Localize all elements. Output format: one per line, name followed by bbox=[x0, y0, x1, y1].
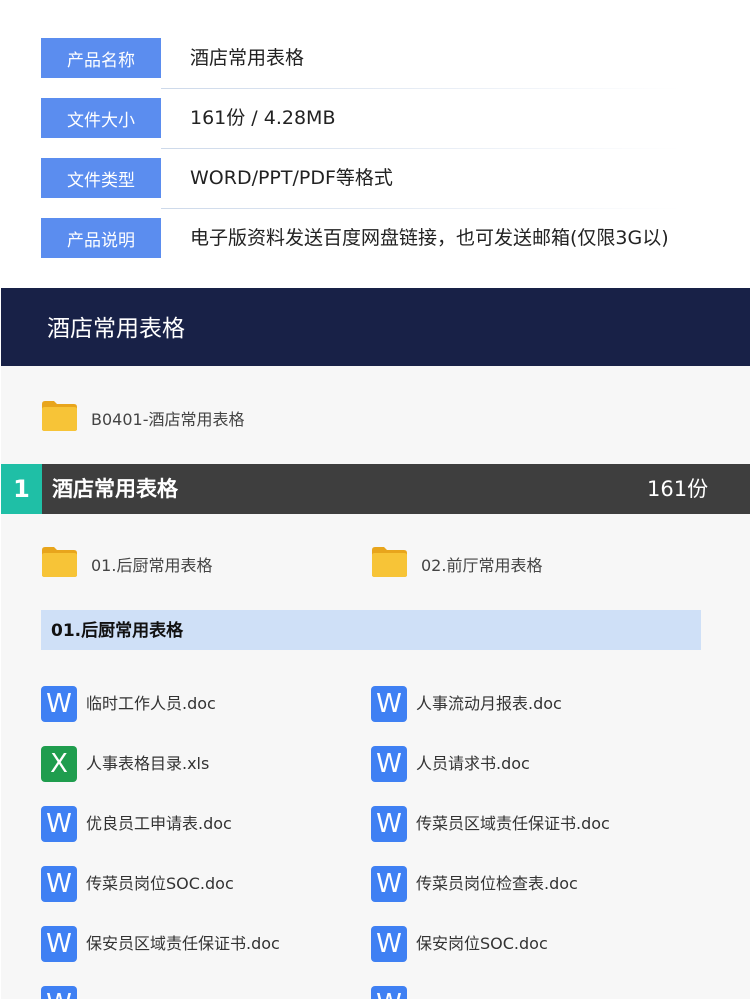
info-row-description: 产品说明 电子版资料发送百度网盘链接，也可发送邮箱(仅限3G以) bbox=[41, 218, 681, 258]
file-name: 传菜员岗位检查表.doc bbox=[416, 874, 578, 893]
info-label: 产品名称 bbox=[41, 38, 161, 78]
file-name: 优良员工申请表.doc bbox=[86, 814, 232, 833]
subfolder-name[interactable]: 02.前厅常用表格 bbox=[421, 552, 542, 576]
product-page: 产品名称 酒店常用表格 文件大小 161份 / 4.28MB 文件类型 WORD… bbox=[0, 0, 750, 999]
file-item[interactable]: W bbox=[371, 986, 691, 999]
section-count: 161份 bbox=[647, 477, 709, 501]
product-info: 产品名称 酒店常用表格 文件大小 161份 / 4.28MB 文件类型 WORD… bbox=[0, 0, 750, 288]
info-row-type: 文件类型 WORD/PPT/PDF等格式 bbox=[41, 158, 681, 209]
word-file-icon: W bbox=[41, 806, 77, 842]
excel-file-icon: X bbox=[41, 746, 77, 782]
word-file-icon: W bbox=[371, 806, 407, 842]
section-bar: 1 酒店常用表格 161份 bbox=[1, 464, 750, 514]
file-name: 传菜员区域责任保证书.doc bbox=[416, 814, 610, 833]
section-number: 1 bbox=[1, 464, 42, 514]
file-listing: B0401-酒店常用表格 1 酒店常用表格 161份 01.后厨常用表格 02.… bbox=[1, 366, 750, 999]
file-item[interactable]: W 传菜员岗位检查表.doc bbox=[371, 866, 691, 902]
folder-icon bbox=[42, 401, 77, 431]
folder-icon bbox=[42, 547, 77, 577]
file-item[interactable]: X 人事表格目录.xls bbox=[41, 746, 361, 782]
info-value: 酒店常用表格 bbox=[190, 47, 305, 69]
info-label: 产品说明 bbox=[41, 218, 161, 258]
file-item[interactable]: W 优良员工申请表.doc bbox=[41, 806, 361, 842]
root-folder-name[interactable]: B0401-酒店常用表格 bbox=[91, 406, 244, 430]
info-value: WORD/PPT/PDF等格式 bbox=[190, 167, 393, 189]
divider bbox=[161, 88, 681, 89]
divider bbox=[161, 208, 681, 209]
file-item[interactable]: W 人员请求书.doc bbox=[371, 746, 691, 782]
info-row-name: 产品名称 酒店常用表格 bbox=[41, 38, 681, 89]
file-item[interactable]: W 临时工作人员.doc bbox=[41, 686, 361, 722]
file-name: 保安岗位SOC.doc bbox=[416, 934, 548, 953]
word-file-icon: W bbox=[371, 926, 407, 962]
content-header: 酒店常用表格 bbox=[1, 288, 750, 366]
word-file-icon: W bbox=[41, 686, 77, 722]
word-file-icon: W bbox=[371, 686, 407, 722]
section-name: 酒店常用表格 bbox=[52, 477, 178, 501]
subfolder-name[interactable]: 01.后厨常用表格 bbox=[91, 552, 212, 576]
file-name: 人员请求书.doc bbox=[416, 754, 530, 773]
folder-icon bbox=[372, 547, 407, 577]
divider bbox=[161, 148, 681, 149]
info-value: 161份 / 4.28MB bbox=[190, 107, 336, 129]
word-file-icon: W bbox=[41, 866, 77, 902]
word-file-icon: W bbox=[41, 986, 77, 999]
subsection-bar: 01.后厨常用表格 bbox=[41, 610, 701, 650]
word-file-icon: W bbox=[371, 746, 407, 782]
file-item[interactable]: W 传菜员岗位SOC.doc bbox=[41, 866, 361, 902]
file-item[interactable]: W 人事流动月报表.doc bbox=[371, 686, 691, 722]
file-item[interactable]: W 保安员区域责任保证书.doc bbox=[41, 926, 361, 962]
info-label: 文件类型 bbox=[41, 158, 161, 198]
info-label: 文件大小 bbox=[41, 98, 161, 138]
file-name: 保安员区域责任保证书.doc bbox=[86, 934, 280, 953]
word-file-icon: W bbox=[371, 986, 407, 999]
file-item[interactable]: W bbox=[41, 986, 361, 999]
word-file-icon: W bbox=[41, 926, 77, 962]
file-item[interactable]: W 传菜员区域责任保证书.doc bbox=[371, 806, 691, 842]
content-title: 酒店常用表格 bbox=[47, 316, 185, 342]
file-name: 临时工作人员.doc bbox=[86, 694, 216, 713]
file-name: 传菜员岗位SOC.doc bbox=[86, 874, 234, 893]
file-name: 人事表格目录.xls bbox=[86, 754, 210, 773]
file-item[interactable]: W 保安岗位SOC.doc bbox=[371, 926, 691, 962]
subsection-title: 01.后厨常用表格 bbox=[51, 621, 184, 641]
file-name: 人事流动月报表.doc bbox=[416, 694, 562, 713]
info-row-size: 文件大小 161份 / 4.28MB bbox=[41, 98, 681, 149]
info-value: 电子版资料发送百度网盘链接，也可发送邮箱(仅限3G以) bbox=[190, 227, 669, 249]
word-file-icon: W bbox=[371, 866, 407, 902]
